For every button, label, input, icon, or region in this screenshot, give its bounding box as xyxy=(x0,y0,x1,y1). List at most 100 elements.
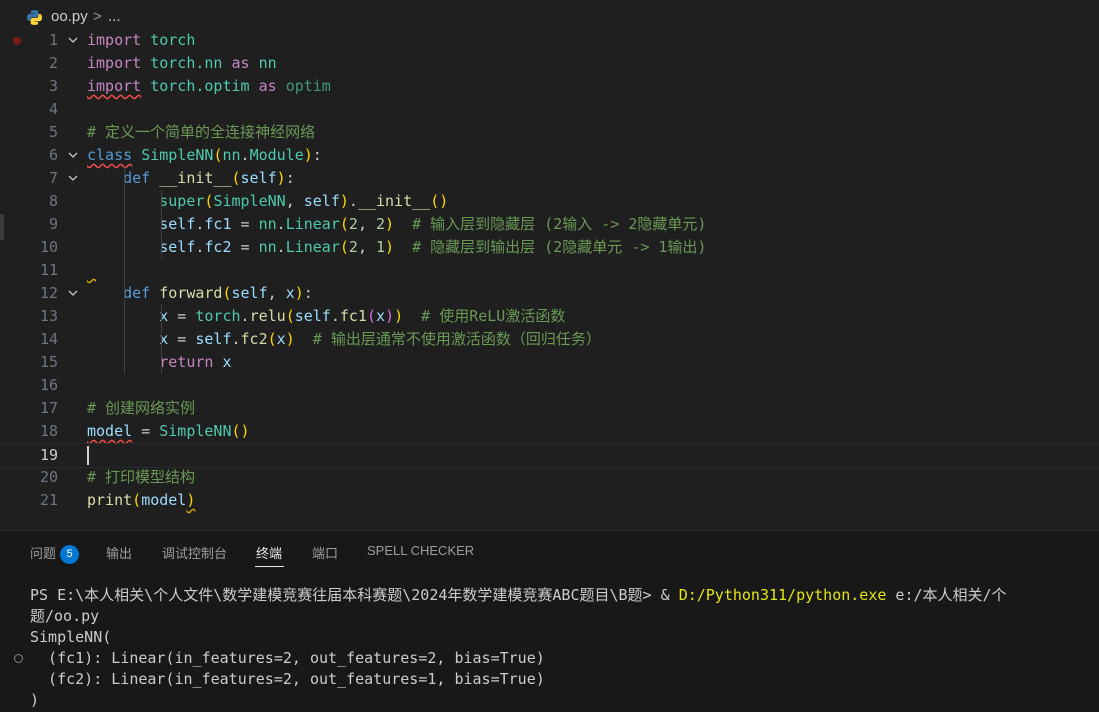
code-text: import torch.nn as nn xyxy=(87,52,277,75)
code-token: ) xyxy=(394,307,404,325)
code-line[interactable]: 18 model = SimpleNN() xyxy=(0,420,1099,443)
code-line[interactable]: 11 xyxy=(0,259,1099,282)
line-number: 8 xyxy=(48,192,58,210)
indent-guide xyxy=(161,190,162,259)
code-text: def forward(self, x): xyxy=(87,282,313,305)
code-token: ( xyxy=(339,238,349,256)
line-number: 13 xyxy=(39,307,58,325)
code-token: # 打印模型结构 xyxy=(87,468,196,486)
code-line[interactable]: 4 xyxy=(0,98,1099,121)
code-token: () xyxy=(231,422,250,440)
code-line[interactable]: 15 return x xyxy=(0,351,1099,374)
terminal-output[interactable]: PS E:\本人相关\个人文件\数学建模竞赛往届本科赛题\2024年数学建模竞赛… xyxy=(30,585,1007,711)
code-editor[interactable]: 1 import torch 2 import torch.nn as nn 3 impo… xyxy=(0,28,1099,528)
tab-ports[interactable]: 端口 xyxy=(312,543,338,562)
code-text: print(model) xyxy=(87,489,195,512)
chevron-right-icon: > xyxy=(93,8,102,25)
breadcrumb-more[interactable]: ... xyxy=(108,8,121,25)
line-number: 2 xyxy=(48,54,58,72)
code-line[interactable]: 7 def __init__(self): xyxy=(0,167,1099,190)
code-token: 2 xyxy=(348,238,358,256)
code-token: ) xyxy=(339,192,349,210)
code-token: model xyxy=(87,422,133,440)
code-token: . xyxy=(231,330,241,348)
code-text: # 定义一个简单的全连接神经网络 xyxy=(87,121,315,144)
code-line[interactable]: 9 self.fc1 = nn.Linear(2, 2) # 输入层到隐藏层 (… xyxy=(0,213,1099,236)
fold-chevron-icon[interactable] xyxy=(67,144,81,167)
terminal-decoration-icon xyxy=(14,654,23,663)
code-line[interactable]: 2 import torch.nn as nn xyxy=(0,52,1099,75)
code-line[interactable]: 1 import torch xyxy=(0,29,1099,52)
fold-chevron-icon[interactable] xyxy=(67,29,81,52)
line-number: 6 xyxy=(48,146,58,164)
code-line[interactable]: 14 x = self.fc2(x) # 输出层通常不使用激活函数（回归任务） xyxy=(0,328,1099,351)
code-line[interactable]: 8 super(SimpleNN, self).__init__() xyxy=(0,190,1099,213)
code-line[interactable]: 12 def forward(self, x): xyxy=(0,282,1099,305)
code-text: x = torch.relu(self.fc1(x)) # 使用ReLU激活函数 xyxy=(87,305,565,328)
code-line[interactable]: 13 x = torch.relu(self.fc1(x)) # 使用ReLU激… xyxy=(0,305,1099,328)
code-token: () xyxy=(430,192,449,210)
code-line[interactable]: 17 # 创建网络实例 xyxy=(0,397,1099,420)
code-line[interactable]: 10 self.fc2 = nn.Linear(2, 1) # 隐藏层到输出层 … xyxy=(0,236,1099,259)
line-number: 18 xyxy=(39,422,58,440)
fold-chevron-icon[interactable] xyxy=(67,167,81,190)
line-number: 4 xyxy=(48,100,58,118)
fold-chevron-icon[interactable] xyxy=(67,282,81,305)
code-line[interactable]: 20 # 打印模型结构 xyxy=(0,466,1099,489)
tab-spell-checker[interactable]: SPELL CHECKER xyxy=(367,543,474,558)
code-token: SimpleNN xyxy=(213,192,286,210)
bottom-panel: 问题 5 输出 调试控制台 终端 端口 SPELL CHECKER PS E:\本… xyxy=(0,530,1099,712)
code-token: __init__ xyxy=(357,192,431,210)
code-line[interactable]: 5 # 定义一个简单的全连接神经网络 xyxy=(0,121,1099,144)
code-token: ( xyxy=(222,284,232,302)
indent-guide xyxy=(161,305,162,374)
indent-guide xyxy=(124,167,125,374)
code-token: __init__ xyxy=(159,169,232,187)
code-line[interactable]: 19 xyxy=(0,443,1099,468)
code-token: x xyxy=(376,307,386,325)
code-token: SimpleNN xyxy=(141,146,214,164)
code-token: . xyxy=(240,146,250,164)
code-token: torch.optim xyxy=(150,77,250,95)
line-number: 19 xyxy=(39,446,58,464)
tab-terminal[interactable]: 终端 xyxy=(256,543,282,562)
code-token: = xyxy=(168,307,196,325)
code-line[interactable]: 6 class SimpleNN(nn.Module): xyxy=(0,144,1099,167)
tab-problems[interactable]: 问题 5 xyxy=(30,543,80,565)
code-token: 2 xyxy=(376,215,386,233)
code-line[interactable]: 21 print(model) xyxy=(0,489,1099,512)
tab-output[interactable]: 输出 xyxy=(106,543,132,562)
code-token: self xyxy=(240,169,277,187)
code-token: ) xyxy=(303,146,313,164)
line-number: 15 xyxy=(39,353,58,371)
line-number: 1 xyxy=(48,31,58,49)
code-token: torch xyxy=(150,31,196,49)
code-text: x = self.fc2(x) # 输出层通常不使用激活函数（回归任务） xyxy=(87,328,601,351)
code-token: relu xyxy=(249,307,286,325)
code-text: model = SimpleNN() xyxy=(87,420,250,443)
code-token: import xyxy=(87,77,142,95)
code-line[interactable]: 3 import torch.optim as optim xyxy=(0,75,1099,98)
tab-debug-console[interactable]: 调试控制台 xyxy=(162,543,227,562)
terminal-exe: D:/Python311/python.exe xyxy=(678,586,887,604)
code-token: . xyxy=(276,215,286,233)
warning-squiggle xyxy=(87,259,96,271)
code-token: ) xyxy=(294,284,304,302)
code-token: , xyxy=(267,284,286,302)
code-token: self xyxy=(294,307,331,325)
code-token: , xyxy=(357,215,376,233)
breadcrumb-file[interactable]: oo.py xyxy=(51,8,88,25)
code-line[interactable]: 16 xyxy=(0,374,1099,397)
code-token: Module xyxy=(249,146,304,164)
code-token: self xyxy=(231,284,268,302)
